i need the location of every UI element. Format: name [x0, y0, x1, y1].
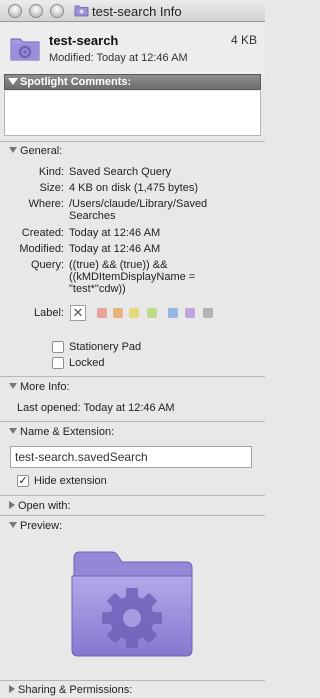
disclosure-triangle-icon	[9, 501, 15, 509]
disclosure-triangle-icon	[9, 147, 17, 153]
spotlight-comments-header[interactable]: Spotlight Comments:	[4, 74, 261, 90]
divider	[0, 376, 265, 377]
sharing-permissions-section-toggle[interactable]: Sharing & Permissions:	[9, 684, 132, 696]
divider	[0, 680, 265, 681]
name-extension-title: Name & Extension:	[20, 426, 115, 438]
kind-value: Saved Search Query	[69, 166, 172, 178]
modified-date: Modified: Today at 12:46 AM	[49, 52, 188, 64]
name-extension-section-toggle[interactable]: Name & Extension:	[9, 426, 114, 438]
disclosure-triangle-icon	[9, 685, 15, 693]
label-gray-swatch[interactable]	[203, 308, 213, 318]
preview-section-toggle[interactable]: Preview:	[9, 520, 62, 532]
divider	[0, 141, 265, 142]
label-purple-swatch[interactable]	[185, 308, 195, 318]
window-title: test-search Info	[92, 4, 182, 19]
label-blue-swatch[interactable]	[168, 308, 178, 318]
hide-extension-label: Hide extension	[34, 475, 107, 487]
file-size: 4 KB	[230, 33, 257, 47]
label-yellow-swatch[interactable]	[129, 308, 139, 318]
label-orange-swatch[interactable]	[113, 308, 123, 318]
spotlight-comments-field[interactable]	[4, 91, 261, 136]
disclosure-triangle-icon	[9, 522, 17, 528]
disclosure-triangle-icon	[9, 428, 17, 434]
divider	[0, 421, 265, 422]
disclosure-triangle-icon	[8, 78, 18, 85]
open-with-title: Open with:	[18, 500, 71, 512]
smart-folder-preview-icon	[71, 551, 193, 657]
stationery-pad-checkbox[interactable]	[52, 341, 64, 353]
file-name-input[interactable]: test-search.savedSearch	[10, 446, 252, 468]
title-bar: test-search Info	[0, 0, 265, 22]
stationery-pad-label: Stationery Pad	[69, 341, 142, 353]
where-label: Where:	[28, 198, 64, 210]
file-name: test-search	[49, 33, 119, 48]
general-section-toggle[interactable]: General:	[9, 145, 62, 157]
open-with-section-toggle[interactable]: Open with:	[9, 500, 71, 512]
minimize-button[interactable]	[29, 4, 43, 18]
locked-label: Locked	[69, 357, 105, 369]
kind-label: Kind:	[38, 166, 64, 178]
label-title: Label:	[34, 307, 64, 319]
where-value: /Users/claude/Library/Saved Searches	[69, 198, 208, 222]
divider	[0, 495, 265, 496]
close-button[interactable]	[8, 4, 22, 18]
more-info-title: More Info:	[20, 381, 70, 393]
spotlight-comments-title: Spotlight Comments:	[20, 76, 132, 88]
zoom-button[interactable]	[50, 4, 64, 18]
label-green-swatch[interactable]	[147, 308, 157, 318]
locked-checkbox[interactable]	[52, 357, 64, 369]
folder-icon	[74, 5, 89, 17]
created-value: Today at 12:46 AM	[69, 227, 161, 239]
modified-label: Modified:	[19, 243, 64, 255]
label-none-button[interactable]: ✕	[70, 305, 86, 321]
general-title: General:	[20, 145, 63, 157]
hide-extension-checkbox[interactable]: ✓	[17, 475, 29, 487]
last-opened-text: Last opened: Today at 12:46 AM	[17, 402, 175, 414]
query-value: ((true) && (true)) && ((kMDItemDisplayNa…	[69, 259, 196, 295]
info-header: test-search 4 KB Modified: Today at 12:4…	[0, 23, 265, 75]
label-red-swatch[interactable]	[97, 308, 107, 318]
smart-folder-icon	[10, 38, 40, 61]
more-info-section-toggle[interactable]: More Info:	[9, 381, 70, 393]
modified-value: Today at 12:46 AM	[69, 243, 161, 255]
size-value: 4 KB on disk (1,475 bytes)	[69, 182, 199, 194]
size-label: Size:	[39, 182, 64, 194]
query-label: Query:	[30, 259, 64, 271]
disclosure-triangle-icon	[9, 383, 17, 389]
divider	[0, 515, 265, 516]
preview-title: Preview:	[20, 520, 63, 532]
created-label: Created:	[21, 227, 64, 239]
sharing-permissions-title: Sharing & Permissions:	[18, 684, 133, 696]
